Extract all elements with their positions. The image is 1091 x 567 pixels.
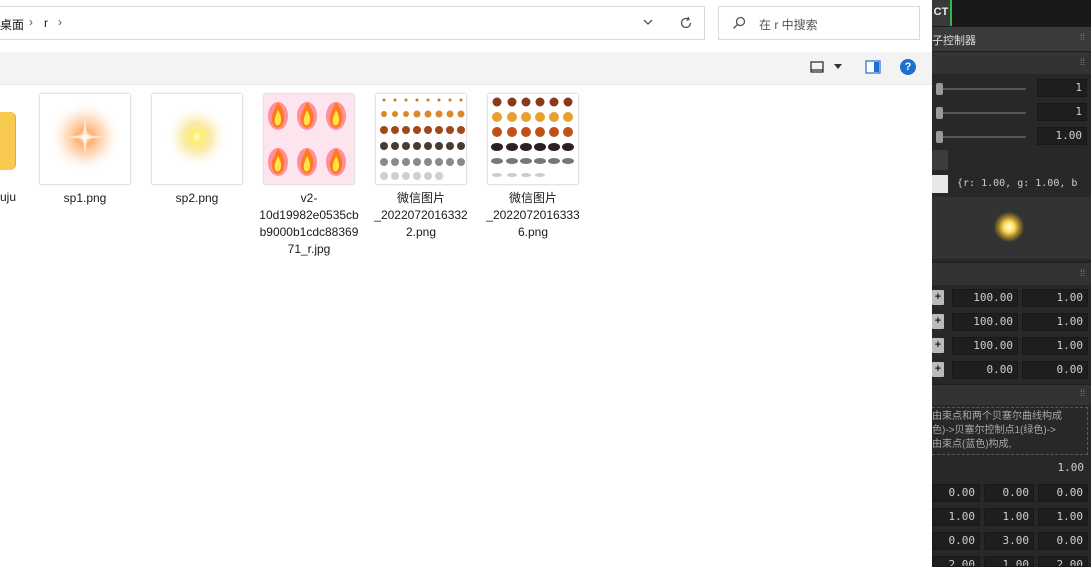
row-value-a[interactable]: 100.00 bbox=[952, 313, 1018, 331]
help-icon[interactable]: ? bbox=[900, 59, 916, 75]
component-menu-icon[interactable]: ⁞⁞ bbox=[1080, 32, 1085, 42]
section-header[interactable]: ⁞⁞ bbox=[932, 51, 1091, 74]
file-thumbnail bbox=[40, 94, 130, 184]
single-value[interactable]: 1.00 bbox=[932, 460, 1088, 478]
grid-cell[interactable]: 3.00 bbox=[984, 532, 1034, 550]
grid-cell[interactable]: 0.00 bbox=[1038, 532, 1088, 550]
refresh-icon[interactable] bbox=[678, 15, 694, 31]
breadcrumb-r[interactable]: r bbox=[44, 16, 48, 30]
grid-cell[interactable]: 2.00 bbox=[932, 556, 980, 567]
breadcrumb-separator-icon[interactable]: › bbox=[29, 15, 33, 29]
section-header[interactable]: ⁞⁞ bbox=[932, 262, 1091, 285]
row-value-b[interactable]: 1.00 bbox=[1022, 337, 1088, 355]
slider-knob[interactable] bbox=[936, 131, 943, 143]
command-bar: ? bbox=[0, 52, 932, 85]
address-bar[interactable]: 桌面 › r › bbox=[0, 6, 705, 40]
file-name: v2-10d19982e0535cbb9000b1cdc8836971_r.jp… bbox=[259, 191, 359, 256]
add-key-icon[interactable]: + bbox=[932, 362, 944, 377]
slider-knob[interactable] bbox=[936, 107, 943, 119]
slider-value[interactable]: 1.00 bbox=[1037, 127, 1087, 145]
grid-cell[interactable]: 0.00 bbox=[932, 532, 980, 550]
texture-preview bbox=[932, 197, 1091, 259]
grid-cell[interactable]: 1.00 bbox=[984, 508, 1034, 526]
grid-cell[interactable]: 1.00 bbox=[1038, 508, 1088, 526]
add-key-icon[interactable]: + bbox=[932, 314, 944, 329]
search-placeholder: 在 r 中搜索 bbox=[759, 18, 818, 32]
slider-track[interactable] bbox=[936, 107, 1026, 119]
unity-inspector-panel: CT 子控制器 ⁞⁞ ⁞⁞ 1 1 1.00 {r: 1.00, g: 1.00… bbox=[932, 0, 1091, 567]
row-value-a[interactable]: 0.00 bbox=[952, 361, 1018, 379]
breadcrumb-separator-icon[interactable]: › bbox=[58, 15, 62, 29]
section-menu-icon[interactable]: ⁞⁞ bbox=[1080, 57, 1085, 67]
description-box: 由束点和两个贝塞尔曲线构成 色)->贝塞尔控制点1(绿色)-> 由束点(蓝色)构… bbox=[932, 407, 1088, 455]
search-icon bbox=[733, 16, 746, 29]
file-thumbnail bbox=[376, 94, 466, 184]
folder-icon[interactable] bbox=[0, 112, 16, 170]
row-value-b[interactable]: 1.00 bbox=[1022, 313, 1088, 331]
color-swatch[interactable] bbox=[932, 175, 948, 193]
section-menu-icon[interactable]: ⁞⁞ bbox=[1080, 388, 1085, 398]
grid-cell[interactable]: 0.00 bbox=[932, 484, 980, 502]
inspector-tab[interactable]: CT bbox=[932, 0, 952, 26]
row-value-a[interactable]: 100.00 bbox=[952, 289, 1018, 307]
description-line: 色)->贝塞尔控制点1(绿色)-> bbox=[932, 425, 1056, 436]
slider-knob[interactable] bbox=[936, 83, 943, 95]
search-box[interactable]: 在 r 中搜索 bbox=[718, 6, 920, 40]
description-line: 由束点(蓝色)构成, bbox=[932, 439, 1012, 450]
slider-track[interactable] bbox=[936, 83, 1026, 95]
grid-cell[interactable]: 2.00 bbox=[1038, 556, 1088, 567]
file-thumbnail bbox=[488, 94, 578, 184]
file-thumbnail bbox=[152, 94, 242, 184]
add-key-icon[interactable]: + bbox=[932, 290, 944, 305]
color-value: {r: 1.00, g: 1.00, b bbox=[957, 178, 1078, 189]
file-name: sp2.png bbox=[175, 191, 219, 205]
glow-preview-image bbox=[994, 212, 1024, 242]
file-name: 微信图片_20220720163322.png bbox=[374, 191, 468, 239]
file-name: 微信图片_20220720163336.png bbox=[486, 191, 580, 239]
file-thumbnail bbox=[264, 94, 354, 184]
slider-track[interactable] bbox=[936, 131, 1026, 143]
grid-cell[interactable]: 1.00 bbox=[984, 556, 1034, 567]
file-name: sp1.png bbox=[63, 191, 107, 205]
change-view-icon[interactable] bbox=[810, 60, 824, 74]
grid-cell[interactable]: 0.00 bbox=[984, 484, 1034, 502]
file-explorer: 桌面 › r › 在 r 中搜索 ? uju sp1.png sp2.png v… bbox=[0, 0, 932, 567]
breadcrumb-desktop[interactable]: 桌面 bbox=[0, 16, 24, 33]
preview-pane-icon[interactable] bbox=[865, 60, 881, 74]
grid-cell[interactable]: 0.00 bbox=[1038, 484, 1088, 502]
folder-label[interactable]: uju bbox=[0, 190, 16, 204]
slider-value[interactable]: 1 bbox=[1037, 103, 1087, 121]
section-menu-icon[interactable]: ⁞⁞ bbox=[1080, 268, 1085, 278]
grid-cell[interactable]: 1.00 bbox=[932, 508, 980, 526]
component-header[interactable]: 子控制器 ⁞⁞ bbox=[932, 26, 1091, 51]
row-value-b[interactable]: 0.00 bbox=[1022, 361, 1088, 379]
slider-value[interactable]: 1 bbox=[1037, 79, 1087, 97]
description-line: 由束点和两个贝塞尔曲线构成 bbox=[932, 411, 1062, 422]
row-value-b[interactable]: 1.00 bbox=[1022, 289, 1088, 307]
component-title: 子控制器 bbox=[932, 35, 976, 47]
row-value-a[interactable]: 100.00 bbox=[952, 337, 1018, 355]
section-header[interactable]: ⁞⁞ bbox=[932, 384, 1091, 405]
unity-tab-bar: CT bbox=[932, 0, 1091, 26]
add-key-icon[interactable]: + bbox=[932, 338, 944, 353]
view-dropdown-icon[interactable] bbox=[834, 64, 842, 69]
toggle-field[interactable] bbox=[932, 150, 948, 170]
address-history-dropdown-icon[interactable] bbox=[641, 15, 655, 29]
